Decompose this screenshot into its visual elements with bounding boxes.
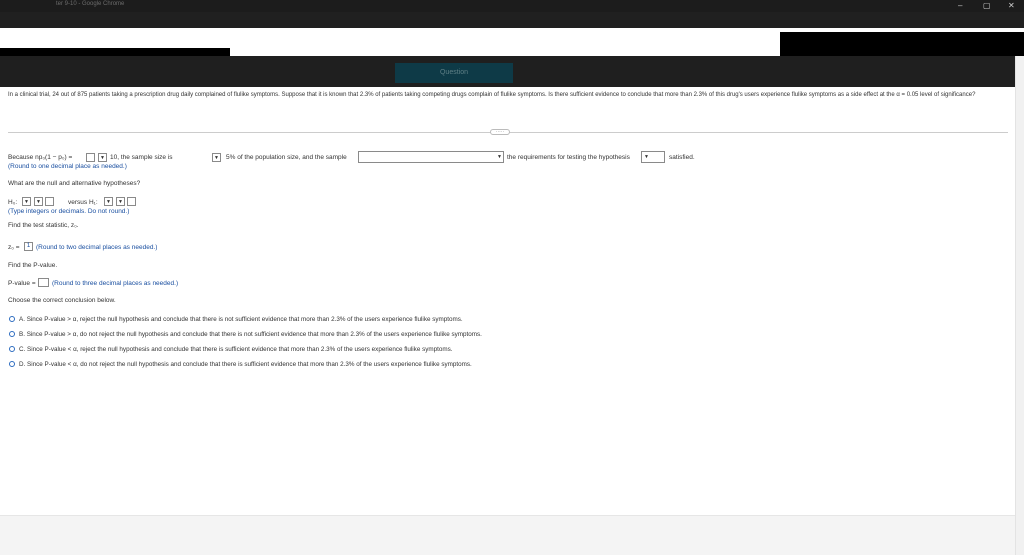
- h1-parameter-dropdown[interactable]: ▼: [104, 197, 113, 206]
- pvalue-input[interactable]: [38, 278, 49, 287]
- step3-hint: (Round to two decimal places as needed.): [36, 244, 158, 251]
- radio-icon[interactable]: [9, 346, 15, 353]
- pvalue-label: P-value =: [8, 280, 36, 287]
- more-button[interactable]: ·····: [490, 129, 510, 135]
- question-content: In a clinical trial, 24 out of 875 patie…: [0, 87, 1015, 555]
- step1-pct-label: 5% of the population size, and the sampl…: [226, 154, 347, 161]
- step4-hint: (Round to three decimal places as needed…: [52, 280, 179, 287]
- window-title: ter 9-10 - Google Chrome: [56, 1, 125, 7]
- radio-icon[interactable]: [9, 361, 15, 368]
- option-a-text: A. Since P-value > α, reject the null hy…: [19, 316, 463, 323]
- scrollbar[interactable]: [1015, 56, 1024, 555]
- h1-value-input[interactable]: [127, 197, 136, 206]
- comparison-dropdown[interactable]: ▼: [98, 153, 107, 162]
- chevron-down-icon: ▼: [497, 154, 502, 160]
- h0-value-input[interactable]: [45, 197, 54, 206]
- sample-dropdown[interactable]: ▼: [358, 151, 504, 163]
- step2-question: What are the null and alternative hypoth…: [8, 180, 141, 187]
- requirements-dropdown[interactable]: ▼: [641, 151, 665, 163]
- z0-label: z₀ =: [8, 244, 20, 251]
- restore-icon[interactable]: ▢: [983, 0, 991, 12]
- minimize-icon[interactable]: –: [958, 0, 962, 12]
- close-icon[interactable]: ✕: [1008, 0, 1015, 12]
- option-b-text: B. Since P-value > α, do not reject the …: [19, 331, 482, 338]
- versus-label: versus H₁:: [68, 199, 98, 206]
- chevron-down-icon: ▼: [644, 154, 649, 160]
- question-tab[interactable]: Question: [395, 63, 513, 83]
- chevron-down-icon: ▼: [118, 199, 123, 205]
- chevron-down-icon: ▼: [106, 199, 111, 205]
- option-d-text: D. Since P-value < α, do not reject the …: [19, 361, 472, 368]
- option-c[interactable]: C. Since P-value < α, reject the null hy…: [9, 346, 453, 353]
- question-text: In a clinical trial, 24 out of 875 patie…: [8, 92, 976, 98]
- option-b[interactable]: B. Since P-value > α, do not reject the …: [9, 331, 482, 338]
- step1-round-hint: (Round to one decimal place as needed.): [8, 163, 127, 170]
- step1-req-label: the requirements for testing the hypothe…: [507, 154, 630, 161]
- option-a[interactable]: A. Since P-value > α, reject the null hy…: [9, 316, 463, 323]
- h0-operator-dropdown[interactable]: ▼: [34, 197, 43, 206]
- browser-titlebar: ter 9-10 - Google Chrome – ▢ ✕: [0, 0, 1024, 12]
- step1-because-label: Because np₀(1 − p₀) =: [8, 154, 73, 161]
- h0-label: H₀:: [8, 199, 18, 206]
- radio-icon[interactable]: [9, 316, 15, 323]
- np-value-input[interactable]: [86, 153, 95, 162]
- option-d[interactable]: D. Since P-value < α, do not reject the …: [9, 361, 472, 368]
- step4-question: Find the P-value.: [8, 262, 58, 269]
- h1-operator-dropdown[interactable]: ▼: [116, 197, 125, 206]
- chevron-down-icon: ▼: [100, 155, 105, 161]
- h0-parameter-dropdown[interactable]: ▼: [22, 197, 31, 206]
- chevron-down-icon: ▼: [24, 199, 29, 205]
- option-c-text: C. Since P-value < α, reject the null hy…: [19, 346, 453, 353]
- chevron-down-icon: ▼: [36, 199, 41, 205]
- page-footer: [0, 515, 1015, 555]
- sample-size-dropdown[interactable]: ▼: [212, 153, 221, 162]
- step1-ten-label: 10, the sample size is: [110, 154, 173, 161]
- z0-input[interactable]: 1: [24, 242, 33, 251]
- browser-toolbar: [0, 12, 1024, 28]
- chevron-down-icon: ▼: [214, 155, 219, 161]
- step2-hint: (Type integers or decimals. Do not round…: [8, 208, 130, 215]
- radio-icon[interactable]: [9, 331, 15, 338]
- step3-question: Find the test statistic, z₀.: [8, 222, 79, 229]
- step5-question: Choose the correct conclusion below.: [8, 297, 116, 304]
- step1-satisfied-label: satisfied.: [669, 154, 695, 161]
- question-bar: Question: [0, 56, 1015, 87]
